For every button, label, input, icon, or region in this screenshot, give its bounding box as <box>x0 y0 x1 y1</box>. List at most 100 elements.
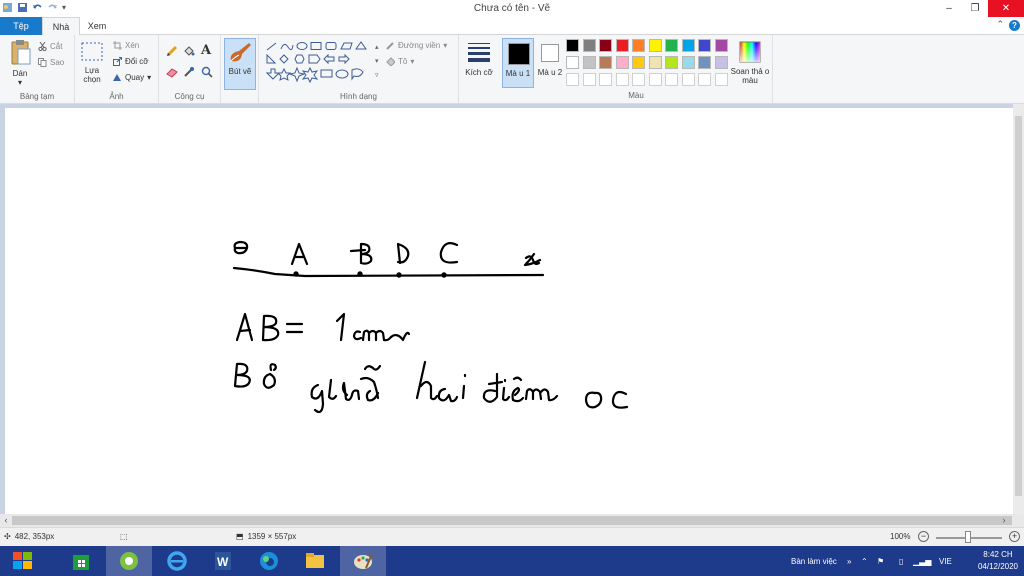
tab-file[interactable]: Tệp <box>0 17 42 35</box>
resize-button[interactable]: Đổi cỡ <box>113 57 148 66</box>
color-swatch[interactable] <box>615 39 629 52</box>
zoom-out-icon[interactable]: − <box>918 531 929 542</box>
eraser-tool[interactable] <box>166 66 178 80</box>
color-swatch[interactable] <box>599 39 612 52</box>
color-swatch[interactable] <box>632 73 645 86</box>
drawing-canvas[interactable] <box>5 108 1013 514</box>
color-swatch[interactable] <box>599 56 612 69</box>
color-swatch[interactable] <box>648 73 662 86</box>
network-signal-icon[interactable]: ▁▃▅ <box>913 546 931 576</box>
paste-dropdown-icon[interactable]: ▾ <box>6 78 34 87</box>
pencil-tool[interactable] <box>166 45 178 59</box>
color-swatch[interactable] <box>566 39 579 52</box>
selection-icon <box>81 42 103 61</box>
tab-view[interactable]: Xem <box>80 17 114 35</box>
crop-button[interactable]: Xén <box>113 41 139 50</box>
app-green-circle[interactable] <box>106 546 152 576</box>
color-swatch[interactable] <box>698 73 711 86</box>
file-explorer-app[interactable] <box>292 546 338 576</box>
color1-button[interactable]: Mà u 1 <box>502 38 534 88</box>
toolbar-expand-icon[interactable]: » <box>847 546 851 576</box>
size-button[interactable]: Kích cỡ <box>465 40 493 90</box>
collapse-ribbon-icon[interactable]: ⌃ <box>996 19 1004 30</box>
color-swatch[interactable] <box>681 39 695 52</box>
color-swatch[interactable] <box>582 39 596 52</box>
vertical-scrollbar[interactable] <box>1013 104 1024 514</box>
desktop-toolbar-label[interactable]: Bàn làm việc <box>791 546 837 576</box>
cut-button[interactable]: Cắt <box>38 41 62 52</box>
color-swatch[interactable] <box>714 56 728 69</box>
ribbon-divider <box>772 35 773 104</box>
color-swatch[interactable] <box>632 39 645 52</box>
color-swatch[interactable] <box>599 73 612 86</box>
help-icon[interactable]: ? <box>1009 20 1020 31</box>
start-button[interactable] <box>0 546 46 576</box>
color-swatch[interactable] <box>632 56 645 69</box>
color-swatch[interactable] <box>698 56 711 69</box>
color-swatch[interactable] <box>566 56 579 69</box>
scroll-right-icon[interactable]: › <box>998 514 1010 527</box>
copy-button[interactable]: Sao <box>38 58 64 67</box>
edit-colors-button[interactable]: Soan thả o màu <box>731 38 769 88</box>
color-swatch[interactable] <box>714 39 728 52</box>
zoom-slider-thumb[interactable] <box>965 531 971 543</box>
battery-icon[interactable]: ▯ <box>899 546 903 576</box>
close-button[interactable]: ✕ <box>988 0 1024 17</box>
color-swatch[interactable] <box>615 73 629 86</box>
brushes-button[interactable]: Bút vẽ <box>224 38 256 90</box>
minimize-button[interactable]: – <box>936 0 962 17</box>
shapes-gallery[interactable] <box>264 41 374 87</box>
rotate-button[interactable]: Quay ▾ <box>113 73 151 82</box>
horizontal-scroll-thumb[interactable] <box>12 516 1012 525</box>
color-swatch[interactable] <box>665 56 678 69</box>
color-swatch[interactable] <box>648 39 662 52</box>
scroll-left-icon[interactable]: ‹ <box>0 514 12 527</box>
fill-tool[interactable] <box>183 45 195 59</box>
input-language[interactable]: VIE <box>939 546 952 576</box>
maximize-button[interactable]: ❐ <box>962 0 988 17</box>
zoom-in-icon[interactable]: + <box>1009 531 1020 542</box>
color-swatch[interactable] <box>582 56 596 69</box>
handwritten-drawing <box>232 240 629 414</box>
horizontal-scrollbar[interactable]: ‹ › <box>0 514 1024 527</box>
vertical-scroll-thumb[interactable] <box>1015 116 1022 496</box>
show-hidden-icons[interactable]: ⌃ <box>861 546 868 576</box>
color-swatch[interactable] <box>665 39 678 52</box>
tab-home[interactable]: Nhà <box>42 17 80 36</box>
color-swatch[interactable] <box>665 73 678 86</box>
text-tool[interactable]: A <box>201 43 211 58</box>
title-bar: ▾ Chưa có tên - Vẽ – ❐ ✕ <box>0 0 1024 17</box>
zoom-level-text: 100% <box>890 532 911 541</box>
fill-button[interactable]: Tô ▾ <box>386 57 414 67</box>
window-title: Chưa có tên - Vẽ <box>473 3 551 14</box>
color-swatch[interactable] <box>681 73 695 86</box>
word-app[interactable]: W <box>200 546 246 576</box>
shapes-scroll[interactable]: ▴ ▾ ▿ <box>375 41 381 85</box>
system-clock[interactable]: 8:42 CH 04/12/2020 <box>978 549 1018 573</box>
color-swatch[interactable] <box>698 39 711 52</box>
paint-app[interactable] <box>340 546 386 576</box>
magnifier-tool[interactable] <box>201 66 213 80</box>
flag-icon[interactable]: ⚑ <box>877 546 884 576</box>
color-swatch[interactable] <box>582 73 596 86</box>
color-swatch[interactable] <box>566 73 579 86</box>
color2-label: Mà u 2 <box>537 68 563 77</box>
color2-button[interactable]: Mà u 2 <box>536 38 564 88</box>
image-group: Lựa chọn Xén Đổi cỡ Quay ▾ Ảnh <box>75 35 159 104</box>
paste-button[interactable]: Dán ▾ <box>6 39 34 87</box>
image-size-icon: ⬒ <box>236 532 244 541</box>
edge-app[interactable] <box>246 546 292 576</box>
internet-explorer-app[interactable] <box>154 546 200 576</box>
color-swatch[interactable] <box>615 56 629 69</box>
color-swatch[interactable] <box>681 56 695 69</box>
word-icon: W <box>215 552 231 570</box>
selection-size: ⬚ <box>120 532 128 541</box>
color-picker-tool[interactable] <box>183 66 195 80</box>
copy-icon <box>38 58 47 67</box>
color-swatch[interactable] <box>714 73 728 86</box>
outline-button[interactable]: Đường viền ▾ <box>386 41 447 50</box>
select-button[interactable]: Lựa chọn <box>80 41 104 87</box>
store-app[interactable] <box>58 546 104 576</box>
color-swatch[interactable] <box>648 56 662 69</box>
crop-icon <box>113 41 122 50</box>
